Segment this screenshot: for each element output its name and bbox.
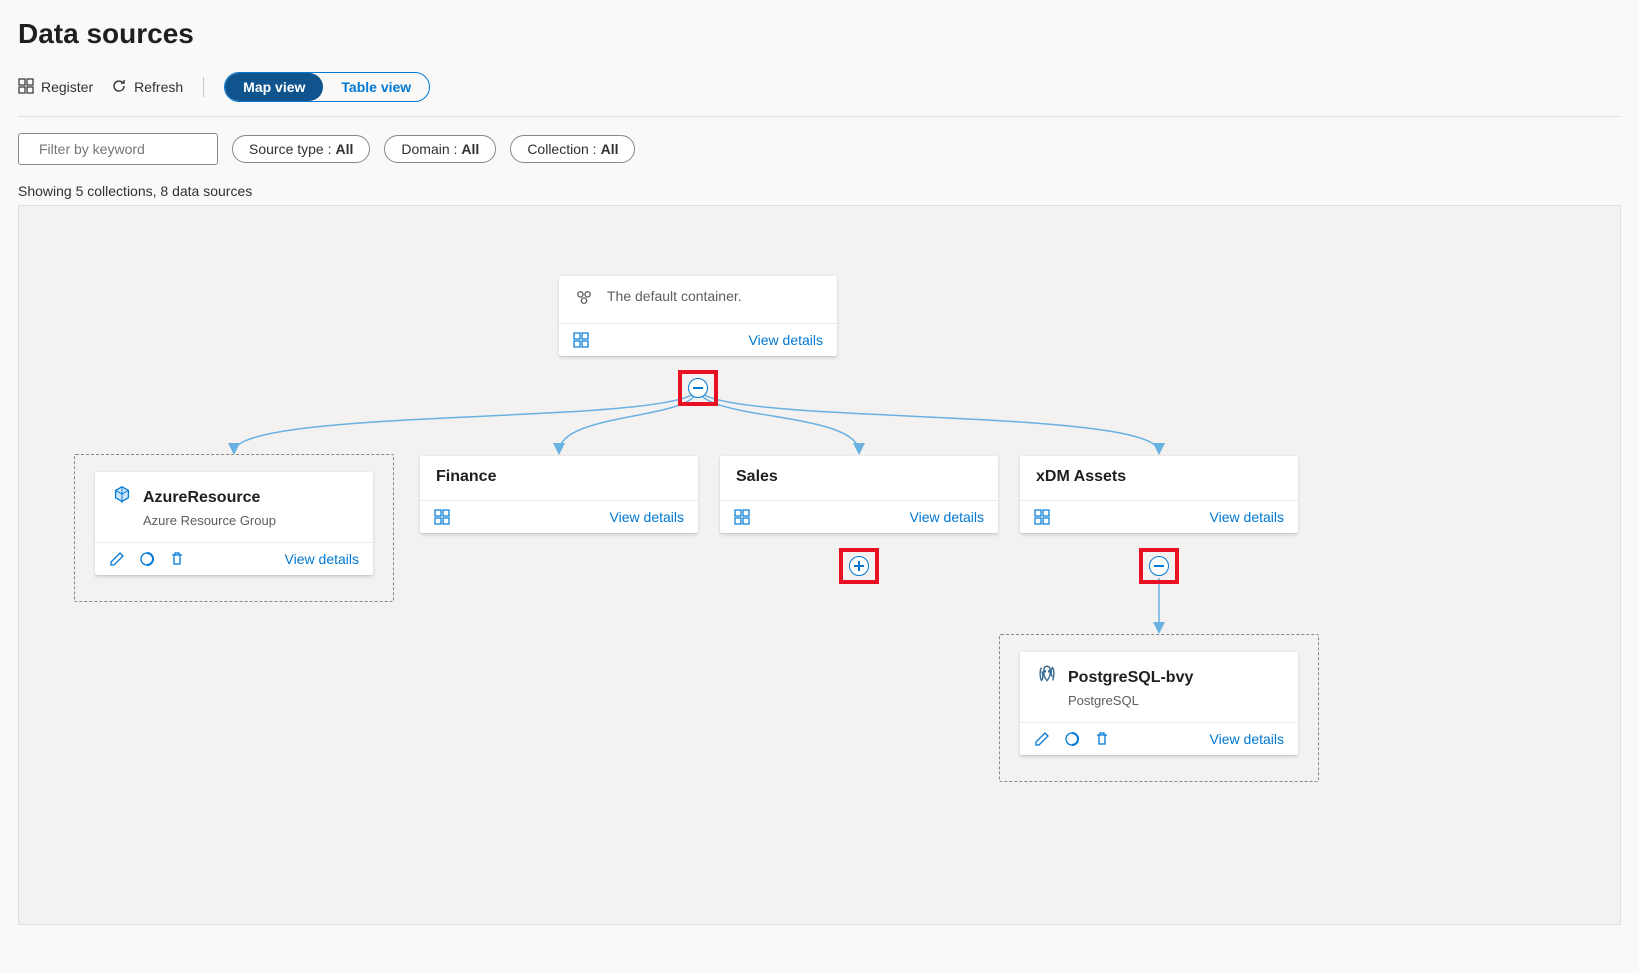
node-azure-subtitle: Azure Resource Group (143, 513, 357, 528)
view-details-link[interactable]: View details (1210, 731, 1284, 747)
filter-collection-label: Collection : (527, 141, 596, 157)
container-icon (575, 288, 593, 309)
postgresql-icon (1036, 664, 1058, 691)
page-title: Data sources (18, 18, 1621, 50)
node-root-description: The default container. (607, 288, 742, 304)
node-postgres-title: PostgreSQL-bvy (1068, 669, 1193, 687)
refresh-label: Refresh (134, 79, 183, 95)
delete-icon[interactable] (169, 551, 185, 567)
tab-table-view[interactable]: Table view (323, 73, 429, 101)
filter-keyword-input[interactable] (37, 140, 207, 158)
map-canvas[interactable]: The default container. View details (18, 205, 1621, 925)
filter-domain[interactable]: Domain : All (384, 135, 496, 163)
filter-collection-value: All (601, 141, 619, 157)
expand-button-sales[interactable] (849, 556, 869, 576)
scan-icon[interactable] (573, 332, 589, 348)
refresh-button[interactable]: Refresh (111, 78, 183, 97)
filter-collection[interactable]: Collection : All (510, 135, 635, 163)
refresh-icon (111, 78, 127, 97)
scan-icon[interactable] (434, 509, 450, 525)
register-button[interactable]: Register (18, 78, 93, 97)
scan-icon[interactable] (1064, 731, 1080, 747)
node-postgres[interactable]: PostgreSQL-bvy PostgreSQL View details (1020, 652, 1298, 755)
scan-icon[interactable] (1034, 509, 1050, 525)
register-label: Register (41, 79, 93, 95)
node-xdm-title: xDM Assets (1036, 468, 1126, 486)
node-finance-title: Finance (436, 468, 496, 486)
node-sales[interactable]: Sales View details (720, 456, 998, 533)
node-xdm[interactable]: xDM Assets View details (1020, 456, 1298, 533)
node-azure-resource[interactable]: AzureResource Azure Resource Group Vie (95, 472, 373, 575)
view-details-link[interactable]: View details (749, 332, 823, 348)
view-details-link[interactable]: View details (910, 509, 984, 525)
node-azure-title: AzureResource (143, 489, 260, 507)
toolbar-divider (203, 77, 204, 97)
filter-keyword-input-wrap[interactable] (18, 133, 218, 165)
view-details-link[interactable]: View details (610, 509, 684, 525)
register-icon (18, 78, 34, 97)
filter-domain-value: All (461, 141, 479, 157)
node-sales-title: Sales (736, 468, 778, 486)
filter-source-type-value: All (336, 141, 354, 157)
tab-map-view[interactable]: Map view (225, 73, 323, 101)
filter-source-type-label: Source type : (249, 141, 332, 157)
azure-resource-icon (111, 484, 133, 511)
delete-icon[interactable] (1094, 731, 1110, 747)
collapse-button-root[interactable] (688, 378, 708, 398)
filters-row: Source type : All Domain : All Collectio… (18, 133, 1621, 165)
view-toggle: Map view Table view (224, 72, 430, 102)
view-details-link[interactable]: View details (1210, 509, 1284, 525)
view-details-link[interactable]: View details (285, 551, 359, 567)
edit-icon[interactable] (109, 551, 125, 567)
scan-icon[interactable] (139, 551, 155, 567)
filter-domain-label: Domain : (401, 141, 457, 157)
node-postgres-subtitle: PostgreSQL (1068, 693, 1282, 708)
edit-icon[interactable] (1034, 731, 1050, 747)
toolbar: Register Refresh Map view Table view (18, 68, 1621, 117)
node-root[interactable]: The default container. View details (559, 276, 837, 356)
node-finance[interactable]: Finance View details (420, 456, 698, 533)
filter-source-type[interactable]: Source type : All (232, 135, 370, 163)
status-line: Showing 5 collections, 8 data sources (18, 183, 1621, 199)
collapse-button-xdm[interactable] (1149, 556, 1169, 576)
scan-icon[interactable] (734, 509, 750, 525)
